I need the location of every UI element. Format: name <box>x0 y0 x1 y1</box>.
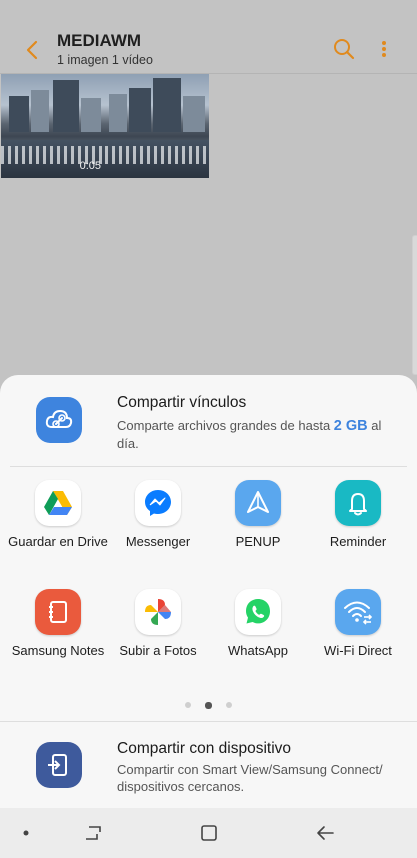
building-shape <box>129 88 151 132</box>
back-nav-button[interactable] <box>310 820 340 846</box>
whatsapp-icon <box>235 589 281 635</box>
app-whatsapp[interactable]: WhatsApp <box>208 589 308 659</box>
sheet-divider <box>10 466 407 467</box>
building-shape <box>153 78 181 132</box>
page-title: MEDIAWM <box>57 31 142 50</box>
video-thumbnail[interactable]: 0:05 <box>1 74 105 178</box>
building-shape <box>9 96 29 132</box>
device-share-option[interactable]: Compartir con dispositivo Compartir con … <box>0 723 417 808</box>
cloud-link-icon <box>36 397 82 443</box>
share-sheet: Compartir vínculos Comparte archivos gra… <box>0 375 417 808</box>
building-shape <box>109 94 127 132</box>
penup-icon <box>235 480 281 526</box>
more-options-button[interactable] <box>372 35 396 63</box>
wifi-direct-icon <box>335 589 381 635</box>
back-button[interactable] <box>18 36 46 64</box>
reminder-bell-icon <box>335 480 381 526</box>
device-share-description: Compartir con Smart View/Samsung Connect… <box>117 762 383 794</box>
messenger-icon <box>135 480 181 526</box>
device-share-title: Compartir con dispositivo <box>117 740 292 757</box>
building-shape <box>31 90 49 132</box>
page-dot[interactable] <box>226 702 232 708</box>
app-reminder[interactable]: Reminder <box>308 480 408 550</box>
page-indicator <box>0 700 417 710</box>
page-dot[interactable] <box>185 702 191 708</box>
app-label: Samsung Notes <box>11 643 105 658</box>
scroll-handle[interactable] <box>412 235 417 375</box>
app-label: Guardar en Drive <box>8 534 108 549</box>
app-label: PENUP <box>235 534 281 549</box>
app-label: Subir a Fotos <box>119 643 197 658</box>
more-vert-icon <box>382 41 386 57</box>
recent-apps-button[interactable] <box>78 820 108 846</box>
device-share-icon <box>36 742 82 788</box>
link-share-size: 2 GB <box>333 418 368 434</box>
dot-indicator-icon <box>23 830 29 836</box>
building-shape <box>53 80 79 132</box>
app-messenger[interactable]: Messenger <box>108 480 208 550</box>
app-samsung-notes[interactable]: Samsung Notes <box>8 589 108 659</box>
sheet-divider <box>0 721 417 722</box>
link-share-desc-text: Comparte archivos grandes de hasta <box>117 418 334 433</box>
home-button[interactable] <box>194 820 224 846</box>
boats-shape <box>105 146 209 164</box>
app-google-photos[interactable]: Subir a Fotos <box>108 589 208 659</box>
recent-apps-icon <box>86 826 101 840</box>
nav-dot-indicator[interactable] <box>11 820 41 846</box>
video-duration: 0:05 <box>79 160 101 172</box>
app-wifi-direct[interactable]: Wi-Fi Direct <box>308 589 408 659</box>
image-thumbnail[interactable] <box>105 74 209 178</box>
search-button[interactable] <box>330 35 358 63</box>
app-google-drive[interactable]: Guardar en Drive <box>8 480 108 550</box>
google-photos-icon <box>135 589 181 635</box>
system-nav-bar <box>0 808 417 858</box>
link-share-description: Comparte archivos grandes de hasta 2 GB … <box>117 417 402 453</box>
link-share-option[interactable]: Compartir vínculos Comparte archivos gra… <box>0 375 417 465</box>
back-icon <box>317 826 334 840</box>
home-icon <box>201 825 217 841</box>
app-bar: MEDIAWM 1 imagen 1 vídeo <box>0 0 417 74</box>
page-dot-active[interactable] <box>205 701 212 709</box>
page-subtitle: 1 imagen 1 vídeo <box>57 53 153 67</box>
samsung-notes-icon <box>35 589 81 635</box>
app-label: WhatsApp <box>228 643 288 658</box>
link-share-title: Compartir vínculos <box>117 394 247 411</box>
app-penup[interactable]: PENUP <box>208 480 308 550</box>
back-arrow-icon <box>26 40 38 60</box>
app-label: Wi-Fi Direct <box>324 643 392 658</box>
search-icon <box>334 39 355 60</box>
app-label: Reminder <box>329 534 387 549</box>
google-drive-icon <box>35 480 81 526</box>
building-shape <box>183 96 205 132</box>
app-label: Messenger <box>125 534 191 549</box>
building-shape <box>81 98 101 132</box>
